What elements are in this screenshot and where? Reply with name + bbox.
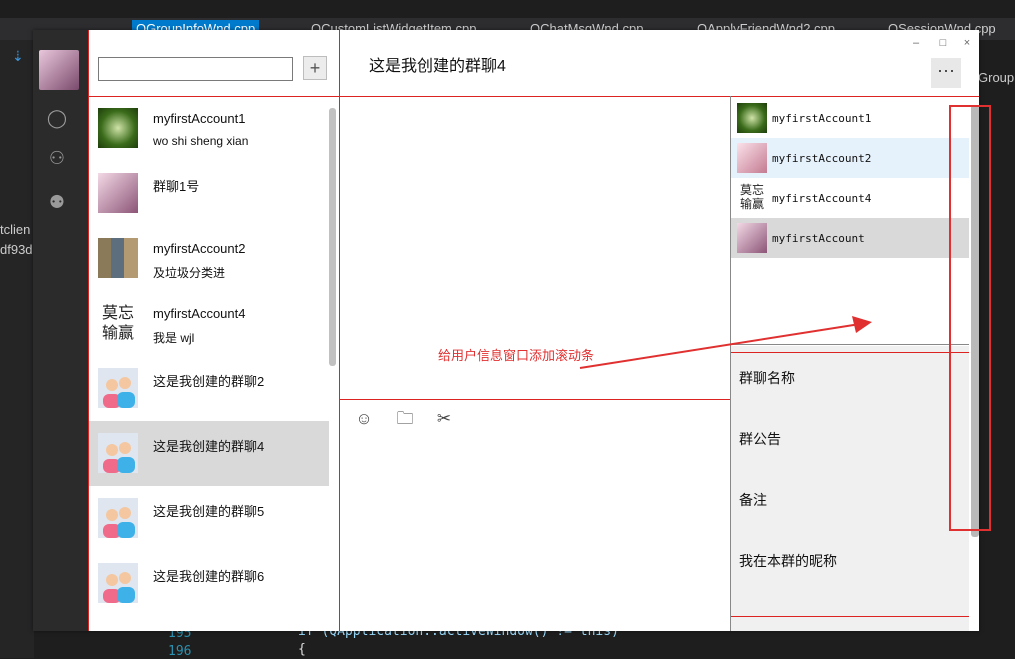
annotation-arrow xyxy=(579,105,991,531)
